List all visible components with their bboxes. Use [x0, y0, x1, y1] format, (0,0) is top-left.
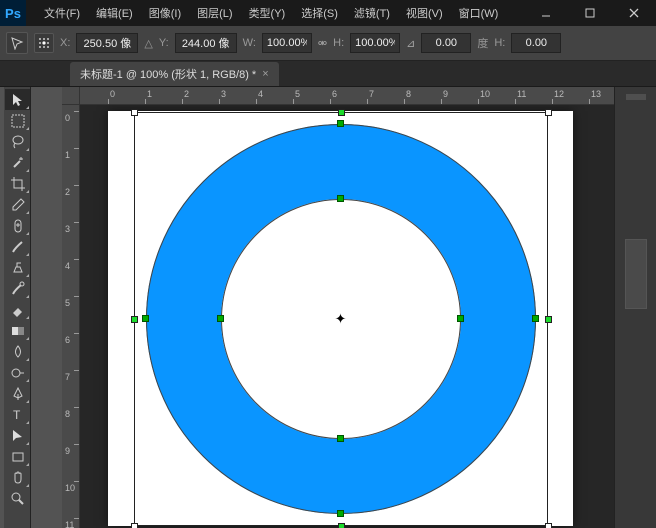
x-label: X:	[60, 37, 70, 49]
eyedropper-tool[interactable]	[5, 194, 30, 215]
menu-window[interactable]: 窗口(W)	[451, 1, 507, 25]
ruler-origin[interactable]	[62, 87, 80, 105]
menu-layer[interactable]: 图层(L)	[189, 1, 240, 25]
close-button[interactable]	[612, 0, 656, 26]
transform-handle[interactable]	[338, 523, 345, 528]
close-tab-icon[interactable]: ×	[262, 68, 268, 80]
marquee-tool[interactable]	[5, 110, 30, 131]
transform-handle[interactable]	[545, 523, 552, 528]
reference-point-grid[interactable]	[34, 33, 54, 53]
anchor-point[interactable]	[142, 315, 149, 322]
hand-tool[interactable]	[5, 467, 30, 488]
canvas[interactable]: ✦	[108, 111, 573, 526]
transform-handle[interactable]	[545, 316, 552, 323]
gradient-tool[interactable]	[5, 320, 30, 341]
main-area: T 012345678910111213 01234567891011 ✦	[0, 87, 656, 528]
brush-tool[interactable]	[5, 236, 30, 257]
clone-stamp-tool[interactable]	[5, 257, 30, 278]
rectangle-tool[interactable]	[5, 446, 30, 467]
transform-handle[interactable]	[131, 316, 138, 323]
anchor-point[interactable]	[337, 435, 344, 442]
app-logo: Ps	[0, 0, 26, 26]
w-label: W:	[243, 37, 256, 49]
x-field[interactable]	[76, 33, 138, 53]
lasso-tool[interactable]	[5, 131, 30, 152]
type-tool[interactable]: T	[5, 404, 30, 425]
skew-h-label: H:	[494, 37, 505, 49]
blur-tool[interactable]	[5, 341, 30, 362]
menu-type[interactable]: 类型(Y)	[241, 1, 294, 25]
ruler-horizontal[interactable]: 012345678910111213	[80, 87, 614, 105]
options-bar: X: △ Y: W: ⚮ H: ⊿ 度 H:	[0, 26, 656, 61]
tool-preset-picker[interactable]	[6, 32, 28, 54]
path-selection-tool[interactable]	[5, 425, 30, 446]
link-icon[interactable]: ⚮	[318, 37, 327, 50]
document-tab-title: 未标题-1 @ 100% (形状 1, RGB/8) *	[80, 66, 256, 82]
angle-icon: ⊿	[406, 37, 415, 50]
h-field[interactable]	[350, 33, 400, 53]
delta-icon[interactable]: △	[144, 37, 152, 50]
maximize-button[interactable]	[568, 0, 612, 26]
angle-field[interactable]	[421, 33, 471, 53]
collapsed-panel[interactable]	[625, 239, 647, 309]
transform-handle[interactable]	[131, 109, 138, 116]
healing-brush-tool[interactable]	[5, 215, 30, 236]
center-mark-icon: ✦	[335, 310, 347, 327]
anchor-point[interactable]	[457, 315, 464, 322]
dock-grip-icon[interactable]	[621, 93, 651, 101]
ruler-vertical[interactable]: 01234567891011	[62, 105, 80, 528]
tools-panel: T	[4, 87, 31, 528]
angle-unit: 度	[477, 35, 488, 51]
eraser-tool[interactable]	[5, 299, 30, 320]
history-brush-tool[interactable]	[5, 278, 30, 299]
transform-bounding-box[interactable]: ✦	[134, 112, 548, 526]
transform-handle[interactable]	[545, 109, 552, 116]
skew-h-field[interactable]	[511, 33, 561, 53]
tools-panel-wrap: T	[0, 87, 62, 528]
move-tool[interactable]	[5, 89, 30, 110]
viewport[interactable]: ✦	[80, 105, 614, 528]
menu-edit[interactable]: 编辑(E)	[88, 1, 141, 25]
menubar: 文件(F) 编辑(E) 图像(I) 图层(L) 类型(Y) 选择(S) 滤镜(T…	[36, 1, 506, 25]
zoom-tool[interactable]	[5, 488, 30, 509]
h-label: H:	[333, 37, 344, 49]
minimize-button[interactable]	[524, 0, 568, 26]
menu-file[interactable]: 文件(F)	[36, 1, 88, 25]
right-dock	[614, 87, 656, 528]
anchor-point[interactable]	[532, 315, 539, 322]
document-tab[interactable]: 未标题-1 @ 100% (形状 1, RGB/8) * ×	[70, 62, 279, 86]
dodge-tool[interactable]	[5, 362, 30, 383]
titlebar: Ps 文件(F) 编辑(E) 图像(I) 图层(L) 类型(Y) 选择(S) 滤…	[0, 0, 656, 26]
pen-tool[interactable]	[5, 383, 30, 404]
menu-view[interactable]: 视图(V)	[398, 1, 451, 25]
canvas-area: 012345678910111213 01234567891011 ✦	[62, 87, 614, 528]
anchor-point[interactable]	[337, 195, 344, 202]
y-field[interactable]	[175, 33, 237, 53]
anchor-point[interactable]	[337, 510, 344, 517]
menu-select[interactable]: 选择(S)	[293, 1, 346, 25]
magic-wand-tool[interactable]	[5, 152, 30, 173]
window-controls	[524, 0, 656, 26]
menu-image[interactable]: 图像(I)	[141, 1, 189, 25]
tools-ruler-gutter	[33, 87, 62, 528]
menu-filter[interactable]: 滤镜(T)	[346, 1, 398, 25]
w-field[interactable]	[262, 33, 312, 53]
document-tab-bar: 未标题-1 @ 100% (形状 1, RGB/8) * ×	[0, 61, 656, 87]
transform-handle[interactable]	[131, 523, 138, 528]
svg-text:T: T	[13, 408, 21, 422]
anchor-point[interactable]	[217, 315, 224, 322]
transform-handle[interactable]	[338, 109, 345, 116]
y-label: Y:	[159, 37, 169, 49]
crop-tool[interactable]	[5, 173, 30, 194]
anchor-point[interactable]	[337, 120, 344, 127]
